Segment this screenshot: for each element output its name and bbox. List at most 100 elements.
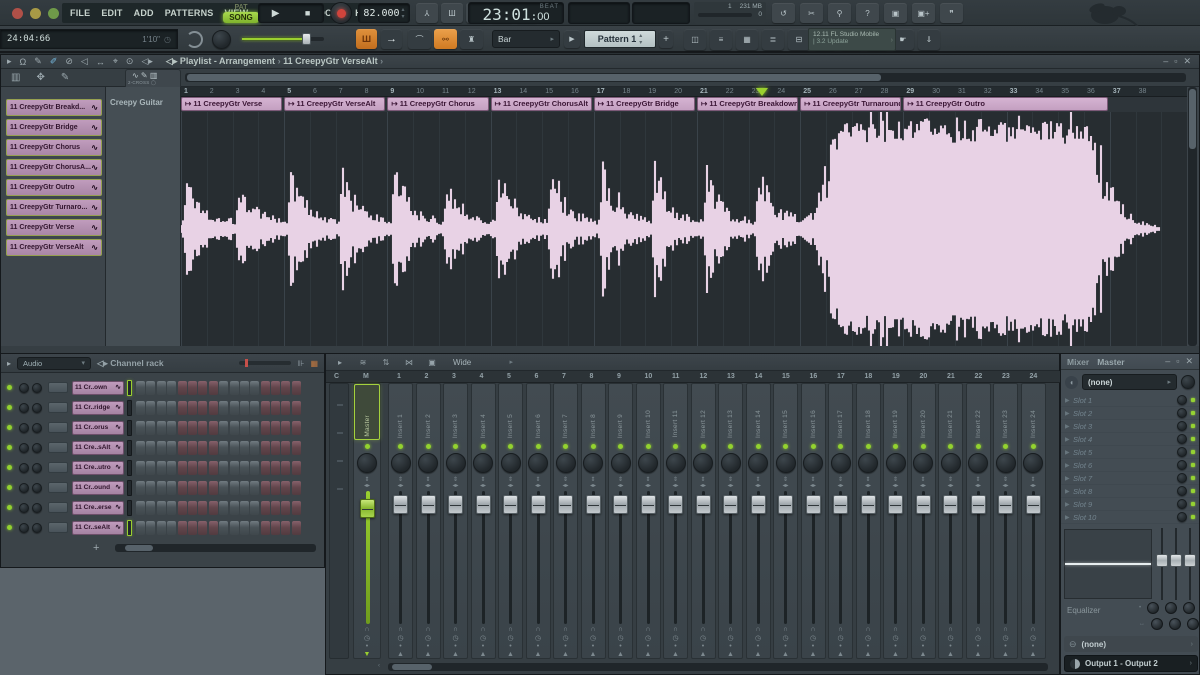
fx-slot-mix-knob[interactable]	[1177, 460, 1187, 470]
typing-keyboard-icon[interactable]: ⅄	[416, 3, 438, 23]
stereo-icon[interactable]: ◷	[562, 634, 568, 642]
strip-volume-fader[interactable]	[389, 491, 412, 626]
channel-display-button[interactable]	[48, 502, 68, 513]
mixer-layout-selector[interactable]: Wide ▸	[448, 356, 518, 368]
phones-icon[interactable]: ∩	[673, 626, 678, 633]
strip-pan-knob[interactable]	[968, 453, 988, 473]
strip-routing-arrows[interactable]: ⇕◂▸	[865, 477, 871, 489]
step-cell[interactable]	[188, 521, 197, 535]
stereo-icon[interactable]: ◷	[865, 634, 871, 642]
step-cell[interactable]	[261, 421, 270, 435]
fx-slot-mix-knob[interactable]	[1177, 395, 1187, 405]
step-cell[interactable]	[178, 461, 187, 475]
channel-volume-knob[interactable]	[32, 483, 42, 493]
playlist-hscroll[interactable]	[185, 73, 1186, 82]
strip-pan-knob[interactable]	[357, 453, 377, 473]
eq-freq-knob-2[interactable]	[1165, 602, 1177, 614]
step-cell[interactable]	[146, 501, 155, 515]
strip-enable-led[interactable]	[728, 444, 733, 449]
arrangement-clip[interactable]: ↦ 11 CreepyGtr Bridge	[594, 97, 695, 111]
rack-hscroll[interactable]	[115, 544, 316, 552]
mixer-hscroll-handle[interactable]	[392, 664, 432, 670]
step-cell[interactable]	[261, 481, 270, 495]
strip-fader-handle[interactable]	[613, 495, 628, 514]
strip-volume-fader[interactable]	[884, 491, 907, 626]
channel-name-button[interactable]: 11 Cr..orus∿	[72, 421, 124, 435]
mixer-strip-insert-5[interactable]: Insert 5⇕◂▸∩◷•▲	[498, 383, 523, 659]
dock-icon[interactable]: ▲	[1002, 651, 1009, 658]
eq-mid-slider[interactable]	[1171, 528, 1181, 600]
channel-select-indicator[interactable]	[127, 500, 132, 516]
stereo-icon[interactable]: ◷	[535, 634, 541, 642]
chat-icon[interactable]: ❞	[940, 3, 963, 23]
step-cell[interactable]	[209, 501, 218, 515]
stereo-icon[interactable]: ◷	[975, 634, 981, 642]
fx-slot-3[interactable]: ▶Slot 3	[1061, 420, 1199, 433]
step-cell[interactable]	[261, 401, 270, 415]
phones-icon[interactable]: ∩	[948, 626, 953, 633]
playlist-icon[interactable]: ◫	[684, 29, 706, 50]
phones-icon[interactable]: ∩	[893, 626, 898, 633]
undo-icon[interactable]: ↺	[772, 3, 795, 23]
record-arm-icon[interactable]: •	[1032, 643, 1034, 650]
step-cell[interactable]	[136, 441, 145, 455]
add-pattern-button[interactable]: +	[659, 30, 673, 48]
dock-icon[interactable]: ▲	[892, 651, 899, 658]
menu-item-edit[interactable]: EDIT	[101, 8, 122, 18]
beat-mode-label[interactable]: BEAT	[540, 4, 559, 10]
fx-slot-mix-knob[interactable]	[1177, 486, 1187, 496]
step-cell[interactable]	[219, 381, 228, 395]
select-icon[interactable]: ⌖	[113, 56, 118, 67]
strip-volume-fader[interactable]	[719, 491, 742, 626]
strip-volume-fader[interactable]	[774, 491, 797, 626]
phones-icon[interactable]: ∩	[563, 626, 568, 633]
dock-icon[interactable]: ▲	[837, 651, 844, 658]
record-arm-icon[interactable]: •	[1004, 643, 1006, 650]
channel-select-indicator[interactable]	[127, 400, 132, 416]
output-target-row[interactable]: Output 1 - Output 2 ›	[1064, 655, 1198, 672]
eq-freq-knob-3[interactable]	[1183, 602, 1195, 614]
record-arm-icon[interactable]: •	[922, 643, 924, 650]
strip-routing-arrows[interactable]: ⇕◂▸	[727, 477, 733, 489]
record-arm-icon[interactable]: •	[509, 643, 511, 650]
channel-pan-knob[interactable]	[19, 503, 29, 513]
dock-icon[interactable]: ▲	[617, 651, 624, 658]
channel-name-button[interactable]: 11 Cr..seAlt∿	[72, 521, 124, 535]
strip-volume-fader[interactable]	[1022, 491, 1045, 626]
record-arm-icon[interactable]: •	[894, 643, 896, 650]
step-cell[interactable]	[198, 421, 207, 435]
strip-enable-led[interactable]	[1003, 444, 1008, 449]
strip-fader-handle[interactable]	[751, 495, 766, 514]
step-cell[interactable]	[178, 441, 187, 455]
fx-slot-mix-knob[interactable]	[1177, 499, 1187, 509]
step-cell[interactable]	[209, 421, 218, 435]
track-name[interactable]: Creepy Guitar	[110, 98, 163, 107]
eq-low-slider[interactable]	[1157, 528, 1167, 600]
channel-name-button[interactable]: 11 Cre..utro∿	[72, 461, 124, 475]
strip-enable-led[interactable]	[976, 444, 981, 449]
step-cell[interactable]	[157, 461, 166, 475]
step-cell[interactable]	[240, 481, 249, 495]
step-cell[interactable]	[188, 381, 197, 395]
rack-menu-icon[interactable]: ▸	[7, 359, 11, 368]
menu-item-add[interactable]: ADD	[134, 8, 154, 18]
step-cell[interactable]	[146, 441, 155, 455]
strip-enable-led[interactable]	[618, 444, 623, 449]
save-new-icon[interactable]: ▣+	[912, 3, 935, 23]
clip-source-item[interactable]: 11 CreepyGtr Turnaro...∿	[6, 199, 102, 216]
mixer-strip-insert-23[interactable]: Insert 23⇕◂▸∩◷•▲	[993, 383, 1018, 659]
channel-enable-led[interactable]	[7, 405, 12, 410]
strip-volume-fader[interactable]	[747, 491, 770, 626]
step-cell[interactable]	[240, 401, 249, 415]
step-cell[interactable]	[292, 441, 301, 455]
channel-display-button[interactable]	[48, 462, 68, 473]
pair-icon[interactable]: ⋈	[402, 356, 416, 368]
step-cell[interactable]	[198, 381, 207, 395]
step-cell[interactable]	[167, 421, 176, 435]
channel-enable-led[interactable]	[7, 525, 12, 530]
step-cell[interactable]	[167, 401, 176, 415]
step-cell[interactable]	[230, 481, 239, 495]
step-cell[interactable]	[230, 381, 239, 395]
strip-pan-knob[interactable]	[556, 453, 576, 473]
channel-display-button[interactable]	[48, 442, 68, 453]
